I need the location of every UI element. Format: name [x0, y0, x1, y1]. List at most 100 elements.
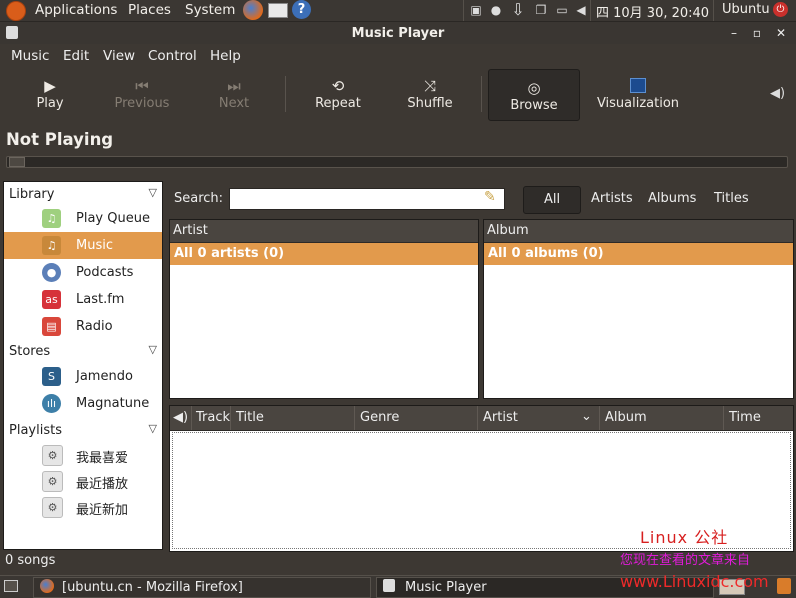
watermark-line2: 您现在查看的文章来自	[620, 553, 751, 568]
windows-tray-icon[interactable]: ❐	[534, 3, 548, 17]
close-button[interactable]: ✕	[773, 25, 789, 41]
now-playing-column-header[interactable]: ◀)	[170, 406, 192, 430]
now-playing-title: Not Playing	[6, 130, 114, 149]
sidebar-item-label: Play Queue	[76, 211, 150, 226]
shuffle-button[interactable]: ⤨ Shuffle	[398, 68, 462, 120]
play-button[interactable]: ▶ Play	[20, 68, 80, 120]
firefox-icon	[40, 579, 54, 593]
music-player-icon	[383, 579, 395, 592]
previous-button[interactable]: ⏮ Previous	[106, 68, 178, 120]
sidebar-item-lastfm[interactable]: as Last.fm	[4, 286, 162, 313]
all-artists-label: All 0 artists (0)	[174, 246, 285, 261]
menu-bar: Music Edit View Control Help	[0, 44, 796, 68]
sort-chevron-down-icon: ⌄	[581, 409, 592, 424]
user-switcher[interactable]: Ubuntu	[722, 2, 770, 17]
visualization-button[interactable]: Visualization	[592, 68, 684, 120]
filter-albums-button[interactable]: Albums	[648, 191, 696, 206]
filter-titles-button[interactable]: Titles	[714, 191, 749, 206]
menu-edit[interactable]: Edit	[63, 48, 89, 64]
filter-all-button[interactable]: All	[523, 186, 581, 214]
applications-menu[interactable]: Applications	[35, 2, 117, 18]
window-title-bar[interactable]: Music Player – ▫ ✕	[0, 22, 796, 44]
clear-search-broom-icon[interactable]: ✎	[484, 189, 496, 205]
play-label: Play	[36, 96, 64, 111]
search-label: Search:	[174, 191, 224, 206]
source-sidebar: Library ▽ ♫ Play Queue ♫ Music ● Podcast…	[3, 181, 163, 550]
sidebar-item-magnatune[interactable]: ılı Magnatune	[4, 390, 162, 417]
next-label: Next	[218, 96, 250, 111]
all-artists-row[interactable]: All 0 artists (0)	[170, 243, 478, 265]
speaker-icon: ◀)	[173, 410, 189, 425]
smart-playlist-gear-icon: ⚙	[42, 497, 63, 518]
show-desktop-icon[interactable]	[4, 580, 18, 592]
next-button[interactable]: ⏭ Next	[204, 68, 264, 120]
time-column-header[interactable]: Time	[724, 406, 792, 430]
help-launcher-icon[interactable]: ?	[292, 0, 311, 19]
menu-view[interactable]: View	[103, 48, 135, 64]
library-section-header[interactable]: Library ▽	[8, 184, 162, 206]
status-text: 0 songs	[5, 553, 56, 568]
filter-artists-button[interactable]: Artists	[591, 191, 633, 206]
minimize-button[interactable]: –	[726, 25, 742, 41]
bulb-tray-icon[interactable]: ●	[489, 3, 503, 17]
search-input[interactable]	[229, 188, 505, 210]
artist-header-label: Artist	[173, 223, 208, 238]
sidebar-item-label: 最近播放	[76, 477, 129, 492]
album-column-header[interactable]: Album	[484, 220, 793, 243]
artist-browser-pane: Artist All 0 artists (0)	[169, 219, 479, 399]
all-albums-label: All 0 albums (0)	[488, 246, 604, 261]
watermark-line3: www.Linuxidc.com	[620, 572, 769, 591]
ubuntu-logo-icon[interactable]	[6, 1, 26, 21]
network-tray-icon[interactable]: ▭	[555, 3, 569, 17]
sidebar-item-playlist-favorites[interactable]: ⚙ 我最喜爱	[4, 441, 162, 468]
places-menu[interactable]: Places	[128, 2, 171, 18]
browse-disc-icon: ◎	[527, 79, 541, 97]
jamendo-icon: S	[42, 367, 61, 386]
podcast-icon: ●	[42, 263, 61, 282]
sidebar-item-podcasts[interactable]: ● Podcasts	[4, 259, 162, 286]
system-menu[interactable]: System	[185, 2, 235, 18]
seek-slider[interactable]	[6, 156, 788, 168]
shutdown-icon[interactable]: ⏻	[773, 2, 788, 17]
firefox-launcher-icon[interactable]	[243, 0, 263, 20]
trash-icon[interactable]	[777, 578, 791, 594]
clock[interactable]: 四 10月 30, 20:40	[596, 2, 709, 21]
title-column-header[interactable]: Title	[231, 406, 355, 430]
album-column-header[interactable]: Album	[600, 406, 724, 430]
window-title: Music Player	[351, 26, 445, 41]
stores-section-header[interactable]: Stores ▽	[8, 341, 162, 363]
sidebar-item-jamendo[interactable]: S Jamendo	[4, 363, 162, 390]
menu-music[interactable]: Music	[11, 48, 49, 64]
mail-launcher-icon[interactable]	[268, 3, 288, 18]
artist-column-header[interactable]: Artist	[170, 220, 478, 243]
update-tray-icon[interactable]: ⇩	[511, 2, 525, 18]
sidebar-item-label: 最近新加	[76, 503, 129, 518]
album-browser-pane: Album All 0 albums (0)	[483, 219, 794, 399]
playlists-section-header[interactable]: Playlists ▽	[8, 420, 162, 442]
sidebar-item-playlist-recent-added[interactable]: ⚙ 最近新加	[4, 493, 162, 520]
play-queue-icon: ♫	[42, 209, 61, 228]
menu-control[interactable]: Control	[148, 48, 197, 64]
all-albums-row[interactable]: All 0 albums (0)	[484, 243, 793, 265]
browse-button[interactable]: ◎ Browse	[488, 69, 580, 121]
track-column-header[interactable]: Track	[191, 406, 231, 430]
clipboard-tray-icon[interactable]: ▣	[469, 3, 483, 17]
artist-column-header[interactable]: Artist ⌄	[478, 406, 600, 430]
expander-down-icon[interactable]: ▽	[149, 343, 157, 356]
taskbar-label: Music Player	[405, 580, 487, 595]
maximize-button[interactable]: ▫	[749, 25, 765, 41]
taskbar-item-firefox[interactable]: [ubuntu.cn - Mozilla Firefox]	[33, 577, 371, 598]
expander-down-icon[interactable]: ▽	[149, 186, 157, 199]
sidebar-item-music[interactable]: ♫ Music	[4, 232, 162, 259]
genre-column-header[interactable]: Genre	[355, 406, 478, 430]
menu-help[interactable]: Help	[210, 48, 241, 64]
sidebar-item-playlist-recent-played[interactable]: ⚙ 最近播放	[4, 467, 162, 494]
expander-down-icon[interactable]: ▽	[149, 422, 157, 435]
sidebar-item-radio[interactable]: ▤ Radio	[4, 313, 162, 340]
seek-slider-handle[interactable]	[9, 157, 25, 167]
repeat-button[interactable]: ⟲ Repeat	[305, 68, 371, 120]
sidebar-item-play-queue[interactable]: ♫ Play Queue	[4, 205, 162, 232]
volume-icon[interactable]: ◀)	[770, 86, 785, 101]
track-list-header: ◀) Track Title Genre Artist ⌄ Album Time	[170, 406, 793, 431]
volume-tray-icon[interactable]: ◀	[574, 3, 588, 17]
